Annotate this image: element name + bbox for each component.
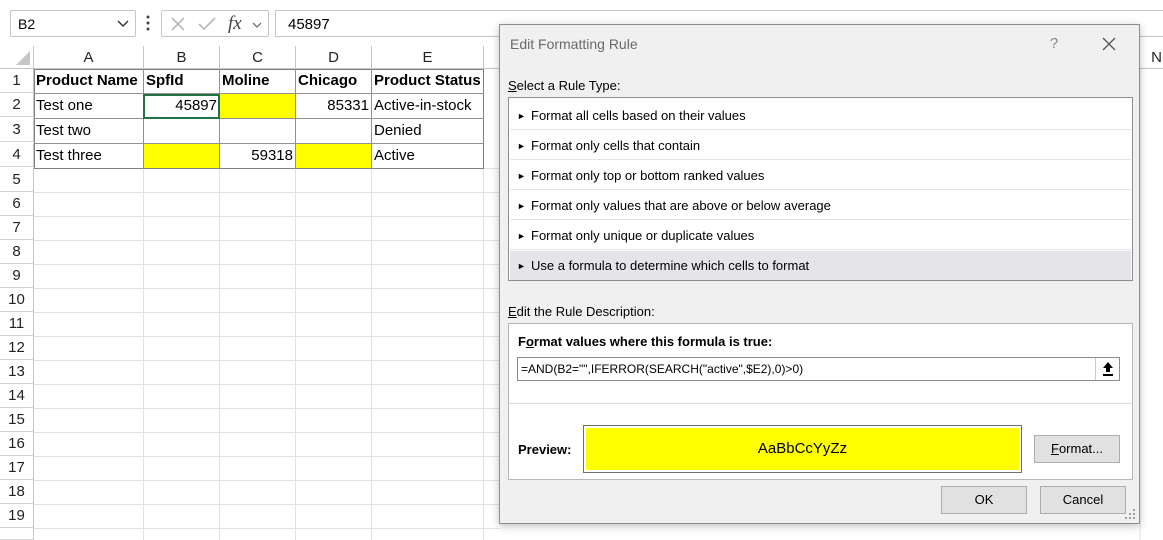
row-header-18[interactable]: 18 xyxy=(0,480,34,504)
edit-rule-description-label: Edit the Rule Description: xyxy=(508,304,655,319)
chevron-down-icon[interactable] xyxy=(251,19,263,31)
cell-b1[interactable]: SpfId xyxy=(144,69,220,94)
row-header-8[interactable]: 8 xyxy=(0,240,34,264)
chevron-down-icon[interactable] xyxy=(116,16,130,30)
cell-a1[interactable]: Product Name xyxy=(34,69,144,94)
cell-e3[interactable]: Denied xyxy=(372,119,484,144)
row-header-3[interactable]: 3 xyxy=(0,118,34,142)
cell-a2[interactable]: Test one xyxy=(34,94,144,119)
name-box[interactable]: B2 xyxy=(10,10,136,37)
row-header-13[interactable]: 13 xyxy=(0,360,34,384)
pointer-icon: ► xyxy=(517,201,526,211)
column-header-e[interactable]: E xyxy=(372,46,484,69)
formula-label: Format values where this formula is true… xyxy=(518,334,773,349)
cell-a4[interactable]: Test three xyxy=(34,144,144,169)
rule-type-item-selected[interactable]: ► Use a formula to determine which cells … xyxy=(510,251,1131,280)
cell-b4[interactable] xyxy=(144,144,220,169)
select-all-button[interactable] xyxy=(0,46,34,69)
rule-type-list: ► Format all cells based on their values … xyxy=(508,97,1133,281)
cell-e2[interactable]: Active-in-stock xyxy=(372,94,484,119)
pointer-icon: ► xyxy=(517,141,526,151)
row-header-4[interactable]: 4 xyxy=(0,143,34,167)
row-header-1[interactable]: 1 xyxy=(0,69,34,93)
row-header-5[interactable]: 5 xyxy=(0,168,34,192)
cell-b3[interactable] xyxy=(144,119,220,144)
cell-e4[interactable]: Active xyxy=(372,144,484,169)
row-header-14[interactable]: 14 xyxy=(0,384,34,408)
collapse-dialog-button[interactable] xyxy=(1095,358,1119,380)
rule-type-item[interactable]: ► Format only cells that contain xyxy=(510,131,1131,160)
row-header-7[interactable]: 7 xyxy=(0,216,34,240)
dialog-title: Edit Formatting Rule xyxy=(510,36,638,52)
column-header-a[interactable]: A xyxy=(34,46,144,69)
pointer-icon: ► xyxy=(517,231,526,241)
row-header-11[interactable]: 11 xyxy=(0,312,34,336)
insert-function-icon[interactable]: fx xyxy=(228,13,242,35)
cell-d1[interactable]: Chicago xyxy=(296,69,372,94)
column-header-n[interactable]: N xyxy=(1140,46,1163,69)
rule-type-item[interactable]: ► Format only top or bottom ranked values xyxy=(510,161,1131,190)
formula-input-value: 45897 xyxy=(288,16,330,33)
rule-type-item[interactable]: ► Format only unique or duplicate values xyxy=(510,221,1131,250)
cell-a3[interactable]: Test two xyxy=(34,119,144,144)
row-header-12[interactable]: 12 xyxy=(0,336,34,360)
row-header-17[interactable]: 17 xyxy=(0,456,34,480)
format-button[interactable]: Format... xyxy=(1034,435,1120,463)
cell-c2[interactable] xyxy=(220,94,296,119)
column-header-b[interactable]: B xyxy=(144,46,220,69)
rule-type-item[interactable]: ► Format all cells based on their values xyxy=(510,101,1131,130)
formula-buttons: fx xyxy=(161,10,269,37)
row-header-6[interactable]: 6 xyxy=(0,192,34,216)
close-icon[interactable] xyxy=(1100,35,1118,53)
ok-button[interactable]: OK xyxy=(941,486,1027,514)
cell-d4[interactable] xyxy=(296,144,372,169)
column-header-c[interactable]: C xyxy=(220,46,296,69)
preview-label: Preview: xyxy=(518,442,572,457)
pointer-icon: ► xyxy=(517,111,526,121)
confirm-entry-icon[interactable] xyxy=(198,16,216,32)
name-box-value: B2 xyxy=(18,16,36,32)
cell-c3[interactable] xyxy=(220,119,296,144)
column-header-f[interactable] xyxy=(484,46,500,69)
cell-e1[interactable]: Product Status xyxy=(372,69,484,94)
edit-formatting-rule-dialog: Edit Formatting Rule ? Select a Rule Typ… xyxy=(499,24,1140,524)
select-rule-type-label: Select a Rule Type: xyxy=(508,78,621,93)
column-header-d[interactable]: D xyxy=(296,46,372,69)
select-all-icon xyxy=(16,51,30,65)
pointer-icon: ► xyxy=(517,171,526,181)
cell-c4[interactable]: 59318 xyxy=(220,144,296,169)
preview-sample-text: AaBbCcYyZz xyxy=(586,428,1019,470)
formula-field[interactable]: =AND(B2="",IFERROR(SEARCH("active",$E2),… xyxy=(517,357,1120,381)
cell-d2[interactable]: 85331 xyxy=(296,94,372,119)
cell-c1[interactable]: Moline xyxy=(220,69,296,94)
resize-grip-icon[interactable] xyxy=(1125,509,1136,520)
rule-type-item[interactable]: ► Format only values that are above or be… xyxy=(510,191,1131,220)
row-header-20[interactable] xyxy=(0,528,34,540)
more-options-icon[interactable] xyxy=(145,14,151,32)
format-preview: AaBbCcYyZz xyxy=(583,425,1022,473)
cell-b2[interactable]: 45897 xyxy=(144,94,220,119)
divider xyxy=(509,403,1132,404)
row-header-19[interactable]: 19 xyxy=(0,504,34,528)
row-header-16[interactable]: 16 xyxy=(0,432,34,456)
row-header-2[interactable]: 2 xyxy=(0,93,34,117)
row-header-15[interactable]: 15 xyxy=(0,408,34,432)
cell-d3[interactable] xyxy=(296,119,372,144)
upload-arrow-icon xyxy=(1103,362,1113,376)
row-header-9[interactable]: 9 xyxy=(0,264,34,288)
cancel-button[interactable]: Cancel xyxy=(1040,486,1126,514)
cancel-entry-icon[interactable] xyxy=(170,16,186,32)
rule-description-panel: Format values where this formula is true… xyxy=(508,323,1133,480)
help-button[interactable]: ? xyxy=(1046,35,1062,52)
formula-field-value: =AND(B2="",IFERROR(SEARCH("active",$E2),… xyxy=(521,362,804,376)
pointer-icon: ► xyxy=(517,261,526,271)
row-header-10[interactable]: 10 xyxy=(0,288,34,312)
